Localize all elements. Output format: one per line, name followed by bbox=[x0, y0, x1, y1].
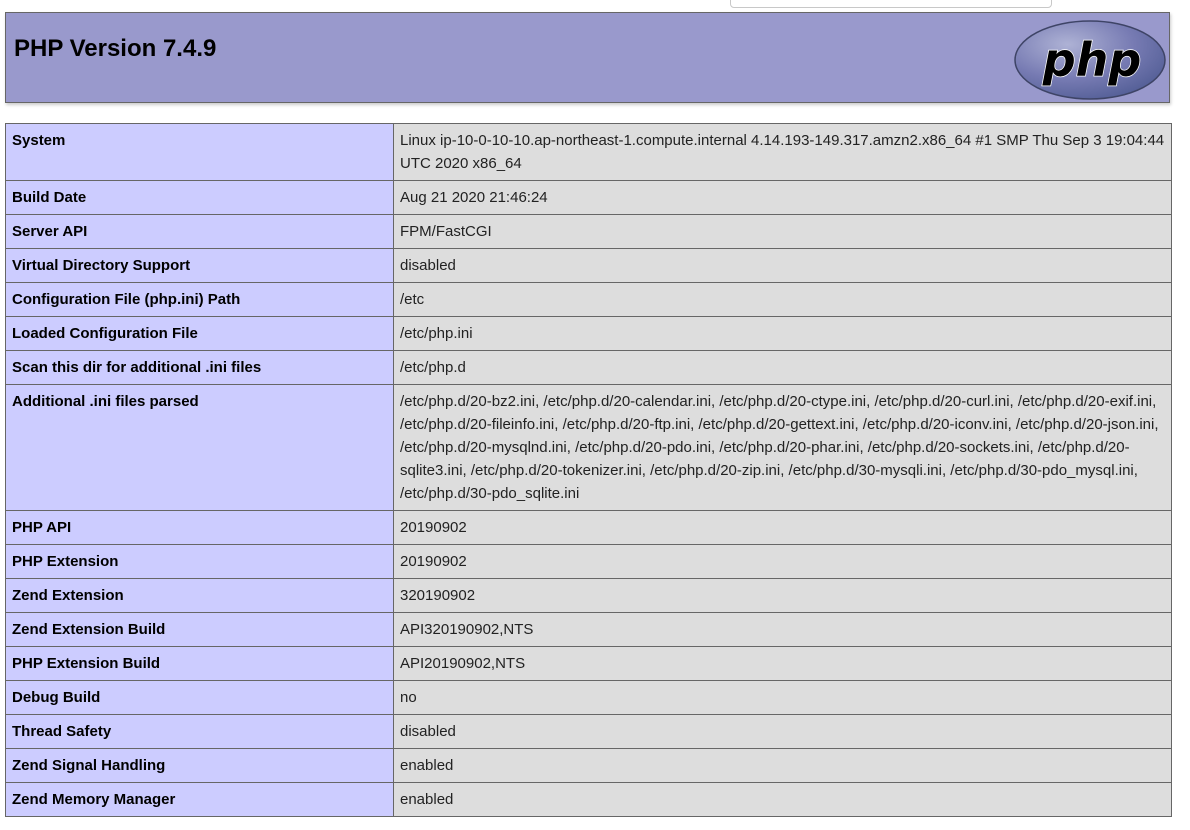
php-version-header: PHP Version 7.4.9 php bbox=[5, 12, 1170, 103]
table-row: Build Date Aug 21 2020 21:46:24 bbox=[5, 180, 1172, 215]
row-key: Zend Extension bbox=[5, 578, 394, 613]
row-value: /etc/php.ini bbox=[393, 316, 1172, 351]
row-key: Build Date bbox=[5, 180, 394, 215]
table-row: Configuration File (php.ini) Path/etc bbox=[5, 282, 1172, 317]
row-value: /etc bbox=[393, 282, 1172, 317]
row-key: Zend Extension Build bbox=[5, 612, 394, 647]
table-row: PHP Extension Build API20190902,NTS bbox=[5, 646, 1172, 681]
row-key: Configuration File (php.ini) Path bbox=[5, 282, 394, 317]
row-value: enabled bbox=[393, 748, 1172, 783]
row-key: Zend Memory Manager bbox=[5, 782, 394, 817]
php-logo-text: php bbox=[1042, 33, 1142, 87]
row-key: Server API bbox=[5, 214, 394, 249]
table-row: System Linux ip-10-0-10-10.ap-northeast-1… bbox=[5, 123, 1172, 181]
php-logo-icon: php bbox=[1014, 20, 1166, 100]
row-value: no bbox=[393, 680, 1172, 715]
row-value: 320190902 bbox=[393, 578, 1172, 613]
table-row: Thread Safety disabled bbox=[5, 714, 1172, 749]
row-value: disabled bbox=[393, 248, 1172, 283]
table-row: Additional .ini files parsed/etc/php.d/2… bbox=[5, 384, 1172, 511]
table-row: Zend Extension Build API320190902,NTS bbox=[5, 612, 1172, 647]
table-row: Zend Extension 320190902 bbox=[5, 578, 1172, 613]
row-value: FPM/FastCGI bbox=[393, 214, 1172, 249]
row-key: Loaded Configuration File bbox=[5, 316, 394, 351]
table-row: PHP Extension 20190902 bbox=[5, 544, 1172, 579]
row-value: /etc/php.d/20-bz2.ini, /etc/php.d/20-cal… bbox=[393, 384, 1172, 511]
row-value: Aug 21 2020 21:46:24 bbox=[393, 180, 1172, 215]
row-key: Virtual Directory Support bbox=[5, 248, 394, 283]
row-key: PHP Extension Build bbox=[5, 646, 394, 681]
row-key: Thread Safety bbox=[5, 714, 394, 749]
row-value: API20190902,NTS bbox=[393, 646, 1172, 681]
row-key: PHP Extension bbox=[5, 544, 394, 579]
table-row: Scan this dir for additional .ini files /… bbox=[5, 350, 1172, 385]
table-row: Loaded Configuration File/etc/php.ini bbox=[5, 316, 1172, 351]
table-row: Server API FPM/FastCGI bbox=[5, 214, 1172, 249]
php-info-table: System Linux ip-10-0-10-10.ap-northeast-1… bbox=[5, 123, 1172, 817]
table-row: Zend Signal Handling enabled bbox=[5, 748, 1172, 783]
address-bar-edge bbox=[730, 0, 1052, 8]
table-row: Virtual Directory Support disabled bbox=[5, 248, 1172, 283]
table-row: Debug Build no bbox=[5, 680, 1172, 715]
row-key: Zend Signal Handling bbox=[5, 748, 394, 783]
row-value: 20190902 bbox=[393, 510, 1172, 545]
table-row: PHP API 20190902 bbox=[5, 510, 1172, 545]
row-key: PHP API bbox=[5, 510, 394, 545]
row-value: disabled bbox=[393, 714, 1172, 749]
row-value: Linux ip-10-0-10-10.ap-northeast-1.compu… bbox=[393, 123, 1172, 181]
table-row: Zend Memory Manager enabled bbox=[5, 782, 1172, 817]
row-key: Additional .ini files parsed bbox=[5, 384, 394, 511]
row-value: /etc/php.d bbox=[393, 350, 1172, 385]
page-title: PHP Version 7.4.9 bbox=[14, 35, 217, 62]
row-key: Scan this dir for additional .ini files bbox=[5, 350, 394, 385]
row-value: API320190902,NTS bbox=[393, 612, 1172, 647]
row-key: System bbox=[5, 123, 394, 181]
row-value: enabled bbox=[393, 782, 1172, 817]
row-key: Debug Build bbox=[5, 680, 394, 715]
row-value: 20190902 bbox=[393, 544, 1172, 579]
